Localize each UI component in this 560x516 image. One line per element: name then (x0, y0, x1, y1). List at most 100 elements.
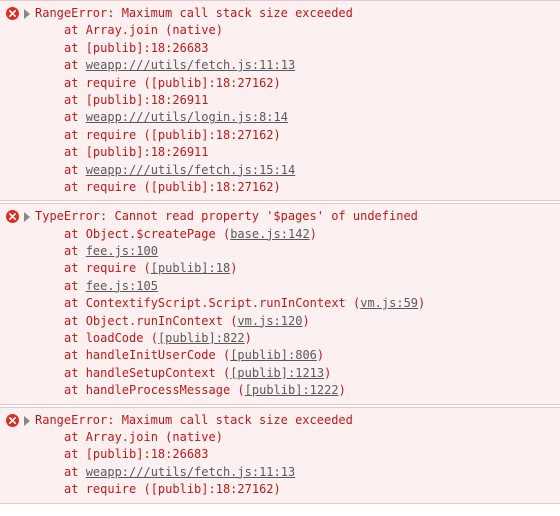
error-message: TypeError: Cannot read property '$pages'… (35, 208, 418, 225)
paren-close: ) (310, 227, 317, 241)
console-error-block: TypeError: Cannot read property '$pages'… (0, 203, 560, 404)
paren-open: ( (151, 331, 158, 345)
stack-at: at (64, 227, 86, 241)
stack-location-link[interactable]: vm.js:120 (237, 314, 302, 328)
stack-at: at (64, 110, 86, 124)
stack-line: at weapp:///utils/login.js:8:14 (64, 109, 554, 126)
stack-location-link[interactable]: weapp:///utils/fetch.js:11:13 (86, 58, 296, 72)
stack-at: at (64, 180, 86, 194)
stack-location-link[interactable]: weapp:///utils/fetch.js:11:13 (86, 465, 296, 479)
stack-at: at (64, 128, 86, 142)
stack-location-link[interactable]: base.js:142 (230, 227, 309, 241)
stack-line: at weapp:///utils/fetch.js:11:13 (64, 57, 554, 74)
stack-function: handleSetupContext (86, 366, 223, 380)
stack-location-link[interactable]: fee.js:105 (86, 279, 158, 293)
error-message: RangeError: Maximum call stack size exce… (35, 5, 353, 22)
stack-line: at require ([publib]:18:27162) (64, 75, 554, 92)
stack-location-link[interactable]: [publib]:822 (158, 331, 245, 345)
disclosure-triangle-icon[interactable] (24, 9, 30, 19)
stack-text: require ([publib]:18:27162) (86, 128, 281, 142)
stack-trace: at Array.join (native)at [publib]:18:266… (64, 429, 554, 499)
stack-at: at (64, 163, 86, 177)
disclosure-triangle-icon[interactable] (24, 416, 30, 426)
stack-line: at handleInitUserCode ([publib]:806) (64, 347, 554, 364)
stack-line: at loadCode ([publib]:822) (64, 330, 554, 347)
stack-line: at ContextifyScript.Script.runInContext … (64, 295, 554, 312)
paren-close: ) (418, 296, 425, 310)
stack-line: at require ([publib]:18:27162) (64, 179, 554, 196)
stack-line: at require ([publib]:18:27162) (64, 481, 554, 498)
paren-close: ) (317, 348, 324, 362)
stack-location-link[interactable]: [publib]:1222 (245, 383, 339, 397)
stack-line: at Object.runInContext (vm.js:120) (64, 313, 554, 330)
stack-at: at (64, 76, 86, 90)
stack-at: at (64, 366, 86, 380)
stack-text: Array.join (native) (86, 23, 223, 37)
console-error-block: RangeError: Maximum call stack size exce… (0, 0, 560, 201)
console-error-list: RangeError: Maximum call stack size exce… (0, 0, 560, 504)
error-icon (6, 7, 19, 20)
error-header: TypeError: Cannot read property '$pages'… (6, 208, 554, 225)
stack-text: [publib]:18:26683 (86, 447, 209, 461)
paren-close: ) (230, 261, 237, 275)
stack-function: Object.$createPage (86, 227, 223, 241)
stack-line: at [publib]:18:26683 (64, 40, 554, 57)
error-message: RangeError: Maximum call stack size exce… (35, 412, 353, 429)
stack-line: at handleProcessMessage ([publib]:1222) (64, 382, 554, 399)
stack-trace: at Array.join (native)at [publib]:18:266… (64, 22, 554, 196)
stack-line: at Array.join (native) (64, 22, 554, 39)
stack-at: at (64, 465, 86, 479)
stack-text: require ([publib]:18:27162) (86, 180, 281, 194)
stack-line: at [publib]:18:26911 (64, 92, 554, 109)
stack-at: at (64, 58, 86, 72)
stack-at: at (64, 261, 86, 275)
stack-at: at (64, 296, 86, 310)
stack-function: ContextifyScript.Script.runInContext (86, 296, 353, 310)
stack-location-link[interactable]: vm.js:59 (360, 296, 418, 310)
stack-location-link[interactable]: fee.js:100 (86, 244, 158, 258)
stack-line: at [publib]:18:26911 (64, 144, 554, 161)
stack-location-link[interactable]: weapp:///utils/login.js:8:14 (86, 110, 288, 124)
stack-at: at (64, 23, 86, 37)
stack-at: at (64, 331, 86, 345)
stack-line: at weapp:///utils/fetch.js:15:14 (64, 162, 554, 179)
disclosure-triangle-icon[interactable] (24, 212, 30, 222)
stack-at: at (64, 145, 86, 159)
stack-at: at (64, 430, 86, 444)
stack-function: require (86, 261, 144, 275)
paren-close: ) (302, 314, 309, 328)
error-icon (6, 414, 19, 427)
stack-line: at handleSetupContext ([publib]:1213) (64, 365, 554, 382)
stack-function: Object.runInContext (86, 314, 231, 328)
console-error-block: RangeError: Maximum call stack size exce… (0, 407, 560, 504)
paren-close: ) (324, 366, 331, 380)
paren-open: ( (143, 261, 150, 275)
stack-line: at require ([publib]:18:27162) (64, 127, 554, 144)
stack-location-link[interactable]: [publib]:1213 (230, 366, 324, 380)
stack-function: loadCode (86, 331, 151, 345)
stack-function: handleProcessMessage (86, 383, 238, 397)
stack-line: at [publib]:18:26683 (64, 446, 554, 463)
stack-at: at (64, 383, 86, 397)
stack-at: at (64, 447, 86, 461)
error-header: RangeError: Maximum call stack size exce… (6, 5, 554, 22)
stack-at: at (64, 279, 86, 293)
paren-open: ( (237, 383, 244, 397)
stack-function: handleInitUserCode (86, 348, 223, 362)
error-header: RangeError: Maximum call stack size exce… (6, 412, 554, 429)
stack-at: at (64, 348, 86, 362)
stack-at: at (64, 244, 86, 258)
stack-at: at (64, 482, 86, 496)
stack-text: [publib]:18:26683 (86, 41, 209, 55)
stack-line: at fee.js:100 (64, 243, 554, 260)
stack-at: at (64, 314, 86, 328)
stack-location-link[interactable]: weapp:///utils/fetch.js:15:14 (86, 163, 296, 177)
stack-text: [publib]:18:26911 (86, 145, 209, 159)
stack-text: Array.join (native) (86, 430, 223, 444)
stack-text: require ([publib]:18:27162) (86, 482, 281, 496)
stack-trace: at Object.$createPage (base.js:142)at fe… (64, 226, 554, 400)
stack-text: [publib]:18:26911 (86, 93, 209, 107)
stack-location-link[interactable]: [publib]:806 (230, 348, 317, 362)
stack-line: at Array.join (native) (64, 429, 554, 446)
stack-location-link[interactable]: [publib]:18 (151, 261, 230, 275)
